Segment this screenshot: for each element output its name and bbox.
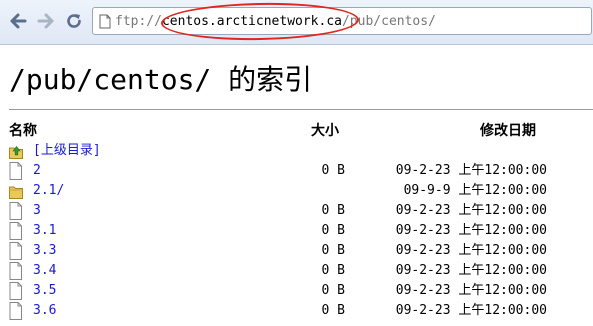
page-title: /pub/centos/ 的索引 xyxy=(9,63,313,96)
column-header-modified[interactable]: 修改日期 xyxy=(480,123,536,139)
entry-date: 09-2-23 xyxy=(395,203,451,218)
table-row: 2 0 B 09-2-23 上午12:00:00 xyxy=(0,161,593,181)
entry-time: 上午12:00:00 xyxy=(458,203,547,218)
forward-arrow-icon xyxy=(37,13,54,29)
entry-time: 上午12:00:00 xyxy=(458,263,547,278)
entry-time: 上午12:00:00 xyxy=(458,283,547,298)
back-button[interactable] xyxy=(8,10,28,32)
address-path: /pub/centos/ xyxy=(341,13,436,29)
table-row: 3.4 0 B 09-2-23 上午12:00:00 xyxy=(0,261,593,281)
forward-button[interactable] xyxy=(36,10,56,32)
table-row: 3.3 0 B 09-2-23 上午12:00:00 xyxy=(0,241,593,261)
entry-time: 上午12:00:00 xyxy=(458,243,547,258)
entry-link[interactable]: 3 xyxy=(33,203,41,219)
column-header-name[interactable]: 名称 xyxy=(9,123,37,139)
entry-link[interactable]: 2.1/ xyxy=(33,183,64,199)
reload-button[interactable] xyxy=(64,10,84,32)
entry-link[interactable]: 3.3 xyxy=(33,243,56,259)
table-row: 3.6 0 B 09-2-23 上午12:00:00 xyxy=(0,301,593,321)
address-scheme: ftp:// xyxy=(115,13,162,29)
up-folder-icon xyxy=(9,146,23,159)
table-row: 3.1 0 B 09-2-23 上午12:00:00 xyxy=(0,221,593,241)
entry-size: 0 B xyxy=(321,243,345,258)
title-divider xyxy=(9,109,593,110)
column-header-size[interactable]: 大小 xyxy=(311,123,339,139)
entry-link[interactable]: 2 xyxy=(33,163,41,179)
entry-date: 09-2-23 xyxy=(395,303,451,318)
entry-modified: 09-2-23 上午12:00:00 xyxy=(396,263,547,279)
entry-time: 上午12:00:00 xyxy=(458,303,547,318)
reload-icon xyxy=(67,14,81,28)
entry-modified: 09-2-23 上午12:00:00 xyxy=(396,203,547,219)
entry-size: 0 B xyxy=(321,263,345,278)
file-icon xyxy=(9,302,22,320)
file-icon xyxy=(9,242,22,260)
entry-modified: 09-2-23 上午12:00:00 xyxy=(396,223,547,239)
address-host: centos.arcticnetwork.ca xyxy=(161,13,342,29)
entry-date: 09-2-23 xyxy=(395,243,451,258)
page-icon xyxy=(99,14,111,29)
file-icon xyxy=(9,282,22,300)
entry-link[interactable]: 3.1 xyxy=(33,223,56,239)
file-icon xyxy=(9,262,22,280)
entry-time: 上午12:00:00 xyxy=(458,183,547,198)
file-icon xyxy=(9,222,22,240)
table-row: 3 0 B 09-2-23 上午12:00:00 xyxy=(0,201,593,221)
entry-size: 0 B xyxy=(321,203,345,218)
entry-date: 09-2-23 xyxy=(395,263,451,278)
file-icon xyxy=(9,162,22,180)
parent-directory-row: [上级目录] xyxy=(0,141,593,161)
back-arrow-icon xyxy=(10,13,27,29)
entry-time: 上午12:00:00 xyxy=(458,163,547,178)
entry-modified: 09-2-23 上午12:00:00 xyxy=(396,303,547,319)
entry-modified: 09-2-23 上午12:00:00 xyxy=(396,163,547,179)
entry-link[interactable]: 3.6 xyxy=(33,303,56,319)
folder-icon xyxy=(9,186,23,199)
entry-date: 09-9-9 xyxy=(403,183,451,198)
entry-link[interactable]: 3.4 xyxy=(33,263,56,279)
entry-modified: 09-2-23 上午12:00:00 xyxy=(396,243,547,259)
browser-toolbar: ftp://centos.arcticnetwork.ca/pub/centos… xyxy=(0,0,593,45)
table-row: 3.5 0 B 09-2-23 上午12:00:00 xyxy=(0,281,593,301)
address-bar[interactable]: ftp://centos.arcticnetwork.ca/pub/centos… xyxy=(92,7,592,35)
entry-size: 0 B xyxy=(321,283,345,298)
table-row: 2.1/09-9-9 上午12:00:00 xyxy=(0,181,593,201)
parent-directory-link[interactable]: [上级目录] xyxy=(33,143,101,159)
file-icon xyxy=(9,202,22,220)
entry-modified: 09-2-23 上午12:00:00 xyxy=(396,283,547,299)
entry-date: 09-2-23 xyxy=(395,283,451,298)
entry-modified: 09-9-9 上午12:00:00 xyxy=(404,183,547,199)
entry-time: 上午12:00:00 xyxy=(458,223,547,238)
entry-link[interactable]: 3.5 xyxy=(33,283,56,299)
entry-date: 09-2-23 xyxy=(395,163,451,178)
entry-size: 0 B xyxy=(321,303,345,318)
entry-size: 0 B xyxy=(321,163,345,178)
entry-size: 0 B xyxy=(321,223,345,238)
entry-date: 09-2-23 xyxy=(395,223,451,238)
